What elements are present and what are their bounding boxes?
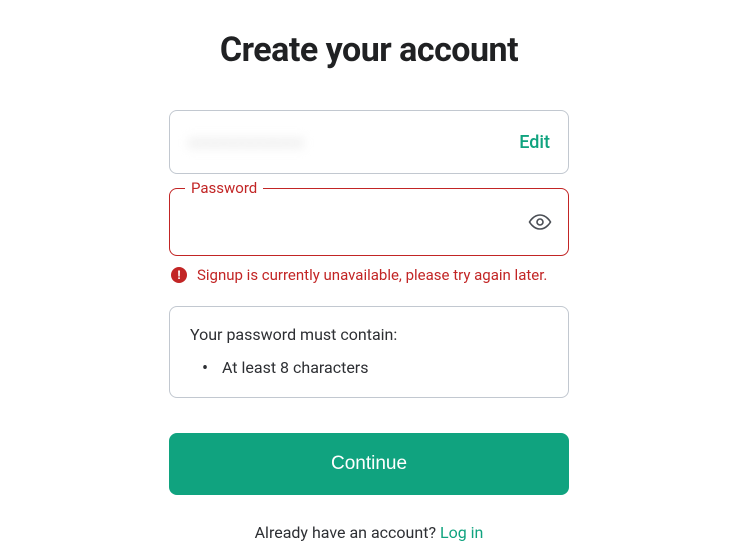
requirements-title: Your password must contain: xyxy=(190,325,548,344)
email-field: xxxxxxxxxxxxx Edit xyxy=(169,110,569,174)
error-message-row: ! Signup is currently unavailable, pleas… xyxy=(169,266,569,284)
login-link[interactable]: Log in xyxy=(440,523,483,542)
eye-icon[interactable] xyxy=(528,210,552,234)
login-prompt-text: Already have an account? xyxy=(255,523,436,542)
password-field xyxy=(169,188,569,256)
requirements-list: At least 8 characters xyxy=(190,358,548,377)
error-icon: ! xyxy=(171,267,187,283)
continue-button[interactable]: Continue xyxy=(169,433,569,495)
requirement-item: At least 8 characters xyxy=(202,358,548,377)
password-requirements: Your password must contain: At least 8 c… xyxy=(169,306,569,398)
email-value: xxxxxxxxxxxxx xyxy=(188,132,304,153)
password-input[interactable] xyxy=(186,189,528,255)
signup-form: Create your account xxxxxxxxxxxxx Edit P… xyxy=(169,30,569,542)
password-field-wrapper: Password xyxy=(169,188,569,256)
page-title: Create your account xyxy=(169,30,569,70)
password-label: Password xyxy=(185,179,263,197)
error-text: Signup is currently unavailable, please … xyxy=(197,266,547,284)
login-prompt: Already have an account? Log in xyxy=(169,523,569,542)
edit-email-button[interactable]: Edit xyxy=(519,132,550,153)
